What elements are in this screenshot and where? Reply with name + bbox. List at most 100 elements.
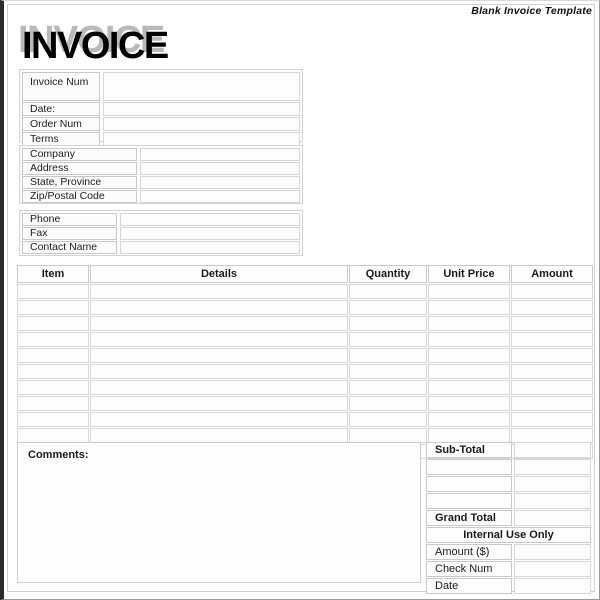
cell-item[interactable] — [17, 316, 89, 331]
comments-label: Comments: — [28, 449, 89, 461]
cell-unit-price[interactable] — [428, 380, 510, 395]
cell-details[interactable] — [90, 284, 348, 299]
label-blank-total[interactable] — [426, 459, 512, 475]
cell-amount[interactable] — [511, 364, 593, 379]
cell-item[interactable] — [17, 380, 89, 395]
field-row-contact-name: Contact Name — [22, 241, 300, 254]
cell-item[interactable] — [17, 412, 89, 427]
cell-item[interactable] — [17, 332, 89, 347]
totals-row-grand-total: Grand Total — [426, 510, 591, 526]
company-address-block: Company Address State, Province Zip/Post… — [19, 145, 303, 204]
label-phone: Phone — [22, 213, 117, 226]
cell-quantity[interactable] — [349, 284, 427, 299]
cell-unit-price[interactable] — [428, 300, 510, 315]
invoice-page: Blank Invoice Template INVOICE INVOICE I… — [0, 0, 600, 600]
cell-amount[interactable] — [511, 412, 593, 427]
label-invoice-num: Invoice Num — [22, 72, 100, 101]
cell-item[interactable] — [17, 284, 89, 299]
cell-details[interactable] — [90, 428, 348, 443]
cell-details[interactable] — [90, 300, 348, 315]
cell-item[interactable] — [17, 348, 89, 363]
cell-quantity[interactable] — [349, 348, 427, 363]
cell-quantity[interactable] — [349, 412, 427, 427]
field-row-order-num: Order Num — [22, 117, 300, 131]
cell-unit-price[interactable] — [428, 396, 510, 411]
input-blank-total[interactable] — [514, 476, 591, 492]
cell-details[interactable] — [90, 412, 348, 427]
input-contact-name[interactable] — [120, 241, 300, 254]
input-blank-total[interactable] — [514, 493, 591, 509]
cell-details[interactable] — [90, 348, 348, 363]
cell-details[interactable] — [90, 316, 348, 331]
cell-item[interactable] — [17, 396, 89, 411]
input-invoice-num[interactable] — [103, 72, 300, 101]
label-address: Address — [22, 162, 137, 175]
label-blank-total[interactable] — [426, 493, 512, 509]
input-phone[interactable] — [120, 213, 300, 226]
input-check-num[interactable] — [514, 561, 591, 577]
cell-unit-price[interactable] — [428, 412, 510, 427]
table-row — [17, 348, 593, 363]
input-grand-total[interactable] — [514, 510, 591, 526]
cell-unit-price[interactable] — [428, 316, 510, 331]
cell-details[interactable] — [90, 396, 348, 411]
field-row-invoice-num: Invoice Num — [22, 72, 300, 101]
input-state-province[interactable] — [140, 176, 300, 189]
cell-unit-price[interactable] — [428, 332, 510, 347]
cell-amount[interactable] — [511, 428, 593, 443]
cell-details[interactable] — [90, 364, 348, 379]
totals-blank-row — [426, 493, 591, 509]
cell-amount[interactable] — [511, 348, 593, 363]
cell-details[interactable] — [90, 380, 348, 395]
label-date: Date: — [22, 102, 100, 116]
input-company[interactable] — [140, 148, 300, 161]
table-row — [17, 380, 593, 395]
cell-amount[interactable] — [511, 316, 593, 331]
field-row-company: Company — [22, 148, 300, 161]
comments-box[interactable]: Comments: — [17, 442, 421, 583]
cell-details[interactable] — [90, 332, 348, 347]
cell-amount[interactable] — [511, 396, 593, 411]
input-address[interactable] — [140, 162, 300, 175]
cell-unit-price[interactable] — [428, 348, 510, 363]
cell-quantity[interactable] — [349, 380, 427, 395]
input-zip-postal-code[interactable] — [140, 190, 300, 203]
field-row-zip-postal-code: Zip/Postal Code — [22, 190, 300, 203]
cell-quantity[interactable] — [349, 316, 427, 331]
cell-quantity[interactable] — [349, 300, 427, 315]
field-row-date: Date: — [22, 102, 300, 116]
cell-unit-price[interactable] — [428, 428, 510, 443]
table-row — [17, 412, 593, 427]
contact-block: Phone Fax Contact Name — [19, 210, 303, 256]
label-grand-total: Grand Total — [426, 510, 512, 526]
cell-amount[interactable] — [511, 284, 593, 299]
cell-item[interactable] — [17, 364, 89, 379]
line-items-body — [17, 284, 593, 459]
label-blank-total[interactable] — [426, 476, 512, 492]
totals-blank-rows — [426, 459, 591, 509]
cell-amount[interactable] — [511, 300, 593, 315]
cell-quantity[interactable] — [349, 332, 427, 347]
label-state-province: State, Province — [22, 176, 137, 189]
cell-quantity[interactable] — [349, 364, 427, 379]
cell-unit-price[interactable] — [428, 364, 510, 379]
field-row-fax: Fax — [22, 227, 300, 240]
cell-amount[interactable] — [511, 380, 593, 395]
input-blank-total[interactable] — [514, 459, 591, 475]
invoice-details-block: Invoice Num Date: Order Num Terms — [19, 69, 303, 146]
table-row — [17, 332, 593, 347]
label-internal-date: Date — [426, 578, 512, 594]
input-internal-date[interactable] — [514, 578, 591, 594]
input-amount-dollars[interactable] — [514, 544, 591, 560]
input-terms[interactable] — [103, 132, 300, 146]
input-sub-total[interactable] — [514, 442, 591, 458]
cell-quantity[interactable] — [349, 396, 427, 411]
cell-quantity[interactable] — [349, 428, 427, 443]
input-fax[interactable] — [120, 227, 300, 240]
cell-item[interactable] — [17, 300, 89, 315]
cell-item[interactable] — [17, 428, 89, 443]
cell-amount[interactable] — [511, 332, 593, 347]
input-order-num[interactable] — [103, 117, 300, 131]
input-date[interactable] — [103, 102, 300, 116]
cell-unit-price[interactable] — [428, 284, 510, 299]
